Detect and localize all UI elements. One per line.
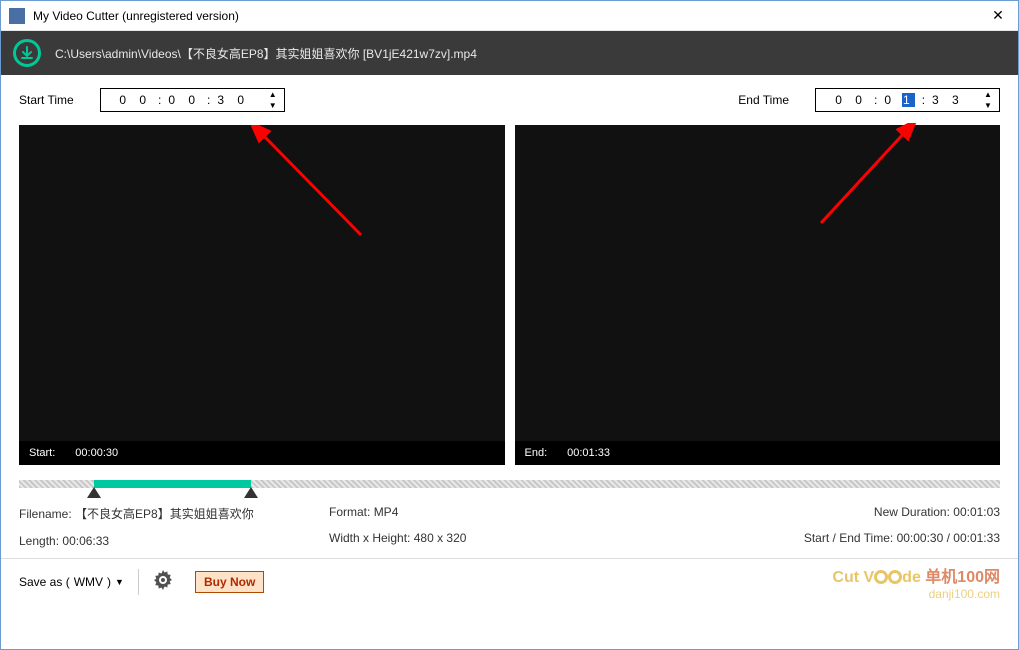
window-title: My Video Cutter (unregistered version) — [33, 9, 978, 23]
seek-start-handle[interactable] — [87, 487, 101, 498]
footer: Save as ( WMV ) ▼ Buy Now Cut Vde 单机100网… — [1, 559, 1018, 605]
start-preview-label: Start:00:00:30 — [19, 441, 505, 465]
start-mm[interactable]: 0 0 — [168, 93, 200, 107]
spin-up-icon[interactable]: ▲ — [262, 89, 284, 100]
time-row: Start Time 0 0: 0 0: 3 0 ▲ ▼ End Time 0 … — [1, 75, 1018, 125]
close-button[interactable]: ✕ — [978, 1, 1018, 31]
start-time-spinner[interactable]: ▲ ▼ — [262, 89, 284, 111]
download-icon[interactable] — [13, 39, 41, 67]
spin-down-icon[interactable]: ▼ — [977, 100, 999, 111]
seek-end-handle[interactable] — [244, 487, 258, 498]
start-preview — [19, 125, 505, 441]
wh-row: Width x Height: 480 x 320 — [329, 531, 804, 545]
newdur-row: New Duration: 00:01:03 — [804, 505, 1000, 519]
end-preview-label: End:00:01:33 — [515, 441, 1001, 465]
watermark: Cut Vde 单机100网 danji100.com — [832, 563, 1000, 601]
filename-row: Filename: 【不良女高EP8】其实姐姐喜欢你 — [19, 505, 329, 522]
settings-button[interactable] — [153, 570, 173, 595]
end-ss[interactable]: 3 3 — [932, 93, 964, 107]
format-row: Format: MP4 — [329, 505, 804, 519]
divider — [138, 569, 139, 595]
gear-icon — [153, 570, 173, 590]
end-mm-a[interactable]: 0 — [884, 93, 896, 107]
seekbar[interactable] — [19, 475, 1000, 493]
end-pane: End:00:01:33 — [515, 125, 1001, 465]
start-hh[interactable]: 0 0 — [119, 93, 151, 107]
spin-up-icon[interactable]: ▲ — [977, 89, 999, 100]
end-time-label: End Time — [738, 93, 789, 107]
length-row: Length: 00:06:33 — [19, 534, 329, 548]
end-mm-selected[interactable]: 1 — [902, 93, 915, 107]
start-time-input[interactable]: 0 0: 0 0: 3 0 ▲ ▼ — [100, 88, 285, 112]
setime-row: Start / End Time: 00:00:30 / 00:01:33 — [804, 531, 1000, 545]
buy-now-button[interactable]: Buy Now — [195, 571, 264, 593]
start-pane: Start:00:00:30 — [19, 125, 505, 465]
info-panel: Filename: 【不良女高EP8】其实姐姐喜欢你 Length: 00:06… — [1, 501, 1018, 559]
chevron-down-icon: ▼ — [115, 577, 124, 587]
seek-range[interactable] — [94, 480, 251, 488]
file-path-bar: C:\Users\admin\Videos\【不良女高EP8】其实姐姐喜欢你 [… — [1, 31, 1018, 75]
file-path-text: C:\Users\admin\Videos\【不良女高EP8】其实姐姐喜欢你 [… — [55, 45, 477, 62]
save-as-dropdown[interactable]: Save as ( WMV ) ▼ — [19, 575, 124, 589]
start-ss[interactable]: 3 0 — [217, 93, 249, 107]
end-time-input[interactable]: 0 0: 0 1: 3 3 ▲ ▼ — [815, 88, 1000, 112]
titlebar: My Video Cutter (unregistered version) ✕ — [1, 1, 1018, 31]
end-time-spinner[interactable]: ▲ ▼ — [977, 89, 999, 111]
start-time-label: Start Time — [19, 93, 74, 107]
spin-down-icon[interactable]: ▼ — [262, 100, 284, 111]
end-preview — [515, 125, 1001, 441]
end-hh[interactable]: 0 0 — [835, 93, 867, 107]
preview-row: Start:00:00:30 End:00:01:33 — [1, 125, 1018, 465]
app-icon — [9, 8, 25, 24]
